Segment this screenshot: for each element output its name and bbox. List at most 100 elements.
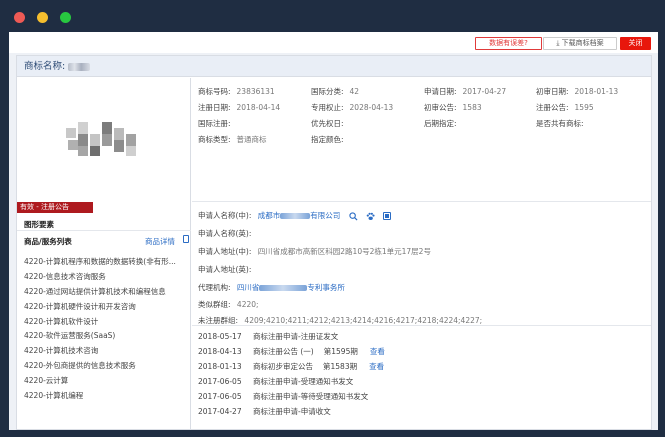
apply-date-value: 2017-04-27 bbox=[462, 87, 507, 96]
timeline-row: 2017-06-05 商标注册申请-等待受理通知书发文 bbox=[198, 391, 368, 402]
exclusive-label: 专用权止: bbox=[311, 103, 344, 112]
window-minimize-dot[interactable] bbox=[37, 12, 48, 23]
view-notice-link[interactable]: 查看 bbox=[369, 362, 384, 371]
search-icon[interactable] bbox=[349, 211, 358, 221]
close-button[interactable]: 关闭 bbox=[620, 37, 651, 50]
type-label: 商标类型: bbox=[198, 135, 231, 144]
agent-link[interactable]: 四川省 专利事务所 bbox=[237, 283, 345, 292]
timeline-event: 商标注册公告 (一) bbox=[253, 347, 314, 356]
exclusive-value: 2028-04-13 bbox=[349, 103, 394, 112]
prelim-notice-label: 初审公告: bbox=[424, 103, 457, 112]
unregistered-group-value: 4209;4210;4211;4212;4213;4214;4216;4217;… bbox=[244, 316, 483, 325]
timeline-date: 2017-04-27 bbox=[198, 407, 242, 416]
applicant-name-suffix: 有限公司 bbox=[310, 211, 341, 220]
prelim-notice-value: 1583 bbox=[462, 103, 482, 112]
document-icon[interactable] bbox=[183, 235, 189, 243]
download-archive-button[interactable]: ⤓ 下载商标档案 bbox=[543, 37, 617, 50]
applicant-address-en-label: 申请人地址(英): bbox=[198, 265, 252, 274]
paw-icon[interactable] bbox=[366, 212, 375, 221]
goods-item: 4220-计算机硬件设计和开发咨询 bbox=[24, 301, 136, 311]
goods-item: 4220-计算机编程 bbox=[24, 391, 84, 401]
timeline-date: 2017-06-05 bbox=[198, 377, 242, 386]
timeline-issue: 第1595期 bbox=[323, 347, 358, 356]
timeline-event: 商标初步审定公告 bbox=[253, 362, 313, 371]
priority-field: 优先权日: bbox=[311, 118, 344, 129]
agent-field: 代理机构: 四川省 专利事务所 bbox=[198, 282, 345, 293]
trademark-name-redacted bbox=[68, 62, 91, 71]
prelim-date-field: 初审日期: 2018-01-13 bbox=[536, 86, 618, 97]
goods-item: 4220-云计算 bbox=[24, 376, 69, 386]
applicant-address-en: 申请人地址(英): bbox=[198, 264, 251, 275]
goods-item: 4220-信息技术咨询服务 bbox=[24, 271, 106, 281]
reg-notice-field: 注册公告: 1595 bbox=[536, 102, 594, 113]
prelim-notice-field: 初审公告: 1583 bbox=[424, 102, 482, 113]
goods-header: 商品/服务列表 商品详情 bbox=[17, 230, 191, 250]
reg-no-field: 商标号码: 23836131 bbox=[198, 86, 275, 97]
similar-group-label: 类似群组: bbox=[198, 300, 231, 309]
goods-list: 4220-计算机程序和数据的数据转换(非有形... 4220-信息技术咨询服务 … bbox=[24, 255, 189, 404]
intl-class-value: 42 bbox=[349, 87, 360, 96]
reg-date-field: 注册日期: 2018-04-14 bbox=[198, 102, 280, 113]
reg-notice-value: 1595 bbox=[574, 103, 594, 112]
type-value: 普通商标 bbox=[236, 135, 267, 144]
intl-class-label: 国际分类: bbox=[311, 87, 344, 96]
unregistered-group-label: 未注册群组: bbox=[198, 316, 239, 325]
apply-date-label: 申请日期: bbox=[424, 87, 457, 96]
prelim-date-label: 初审日期: bbox=[536, 87, 569, 96]
goods-item: 4220-计算机软件设计 bbox=[24, 316, 99, 326]
intl-class-field: 国际分类: 42 bbox=[311, 86, 359, 97]
goods-item: 4220-外包商提供的信息技术服务 bbox=[24, 361, 136, 371]
applicant-name-en: 申请人名称(英): bbox=[198, 228, 251, 239]
applicant-name-redacted bbox=[280, 213, 311, 219]
applicant-name-cn: 申请人名称(中): 成都市 有限公司 bbox=[198, 210, 392, 221]
agent-suffix: 专利事务所 bbox=[307, 283, 345, 292]
reg-no-value: 23836131 bbox=[236, 87, 275, 96]
shared-field: 是否共有商标: bbox=[536, 118, 584, 129]
agent-name-redacted bbox=[259, 285, 308, 291]
priority-label: 优先权日: bbox=[311, 119, 344, 128]
applicant-name-prefix: 成都市 bbox=[257, 211, 281, 220]
reg-notice-label: 注册公告: bbox=[536, 103, 569, 112]
left-panel: 有效 - 注册公告 图形要素 商品/服务列表 商品详情 4220-计算机程序和数… bbox=[17, 78, 191, 430]
trademark-name-header: 商标名称: bbox=[17, 56, 651, 77]
reg-no-label: 商标号码: bbox=[198, 87, 231, 96]
timeline-row: 2017-04-27 商标注册申请-申请收文 bbox=[198, 406, 331, 417]
apply-date-field: 申请日期: 2017-04-27 bbox=[424, 86, 506, 97]
type-field: 商标类型: 普通商标 bbox=[198, 134, 267, 145]
trademark-logo-pixelated bbox=[66, 122, 138, 162]
status-badge: 有效 - 注册公告 bbox=[17, 202, 93, 213]
timeline-date: 2018-04-13 bbox=[198, 347, 242, 356]
color-field: 指定颜色: bbox=[311, 134, 344, 145]
download-label: 下载商标档案 bbox=[561, 39, 604, 47]
timeline-event: 商标注册申请-注册证发文 bbox=[253, 332, 339, 341]
applicant-name-en-label: 申请人名称(英): bbox=[198, 229, 252, 238]
timeline-row: 2018-04-13 商标注册公告 (一) 第1595期 查看 bbox=[198, 346, 385, 357]
trademark-card: 商标名称: 有效 - 注册公告 图形要素 商品/服务列表 商品详情 4220-计… bbox=[16, 55, 652, 430]
prelim-date-value: 2018-01-13 bbox=[574, 87, 619, 96]
timeline-date: 2018-05-17 bbox=[198, 332, 242, 341]
view-notice-link[interactable]: 查看 bbox=[370, 347, 385, 356]
right-panel: 商标号码: 23836131 国际分类: 42 申请日期: 2017-04-27 初审… bbox=[192, 78, 651, 430]
page: 数据有误差? ⤓ 下载商标档案 关闭 商标名称: 有效 - 注册公告 图形要素 … bbox=[9, 32, 658, 430]
timeline-row: 2018-05-17 商标注册申请-注册证发文 bbox=[198, 331, 338, 342]
timeline-date: 2017-06-05 bbox=[198, 392, 242, 401]
goods-item: 4220-计算机程序和数据的数据转换(非有形... bbox=[24, 257, 176, 266]
window-maximize-dot[interactable] bbox=[60, 12, 71, 23]
timeline-issue: 第1583期 bbox=[323, 362, 358, 371]
agent-label: 代理机构: bbox=[198, 283, 231, 292]
exclusive-field: 专用权止: 2028-04-13 bbox=[311, 102, 393, 113]
goods-item: 4220-通过网站提供计算机技术和编程信息 bbox=[24, 286, 166, 296]
timeline-event: 商标注册申请-受理通知书发文 bbox=[253, 377, 354, 386]
applicant-name-cn-link[interactable]: 成都市 有限公司 bbox=[258, 211, 341, 220]
color-label: 指定颜色: bbox=[311, 135, 344, 144]
company-profile-icon[interactable] bbox=[383, 212, 392, 220]
similar-group-field: 类似群组: 4220; bbox=[198, 299, 259, 310]
goods-item: 4220-计算机技术咨询 bbox=[24, 346, 99, 356]
goods-details-link[interactable]: 商品详情 bbox=[145, 236, 175, 247]
similar-group-value: 4220; bbox=[236, 300, 259, 309]
window-close-dot[interactable] bbox=[14, 12, 25, 23]
divider bbox=[192, 325, 651, 326]
divider bbox=[192, 201, 651, 202]
report-error-button[interactable]: 数据有误差? bbox=[475, 37, 542, 50]
timeline-row: 2018-01-13 商标初步审定公告 第1583期 查看 bbox=[198, 361, 384, 372]
